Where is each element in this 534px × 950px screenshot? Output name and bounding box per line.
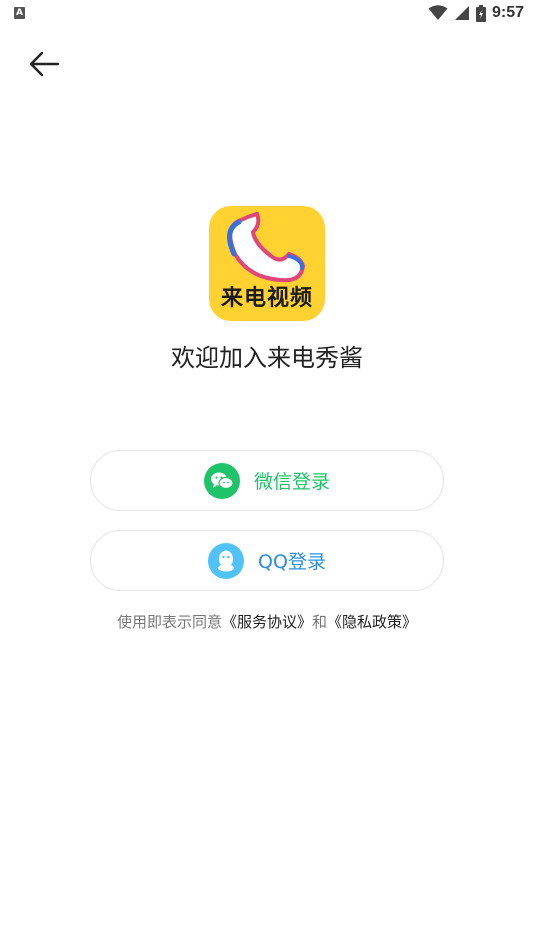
app-logo: 来电视频 bbox=[209, 206, 325, 321]
wechat-icon bbox=[203, 462, 240, 499]
qq-login-label: QQ登录 bbox=[258, 551, 326, 573]
status-icons: 9:57 bbox=[428, 3, 524, 23]
qq-login-button[interactable]: QQ登录 bbox=[90, 530, 444, 591]
wechat-login-button[interactable]: 微信登录 bbox=[90, 450, 444, 511]
agreement-text: 使用即表示同意《服务协议》和《隐私政策》 bbox=[0, 611, 534, 632]
notification-icon: A bbox=[14, 7, 25, 19]
status-time: 9:57 bbox=[491, 4, 524, 21]
privacy-policy-link[interactable]: 《隐私政策》 bbox=[327, 613, 417, 631]
battery-icon bbox=[475, 4, 486, 22]
service-agreement-link[interactable]: 《服务协议》 bbox=[222, 613, 312, 631]
status-bar: A 9:57 bbox=[0, 0, 534, 28]
logo-text: 来电视频 bbox=[220, 285, 313, 311]
back-button[interactable] bbox=[26, 46, 62, 82]
wechat-login-label: 微信登录 bbox=[253, 471, 330, 493]
agreement-conjunction: 和 bbox=[312, 613, 328, 631]
agreement-prefix: 使用即表示同意 bbox=[116, 613, 222, 631]
arrow-left-icon bbox=[29, 51, 60, 77]
wifi-icon bbox=[428, 5, 448, 20]
signal-icon bbox=[454, 6, 469, 20]
qq-icon bbox=[208, 542, 245, 579]
welcome-title: 欢迎加入来电秀酱 bbox=[171, 344, 363, 372]
